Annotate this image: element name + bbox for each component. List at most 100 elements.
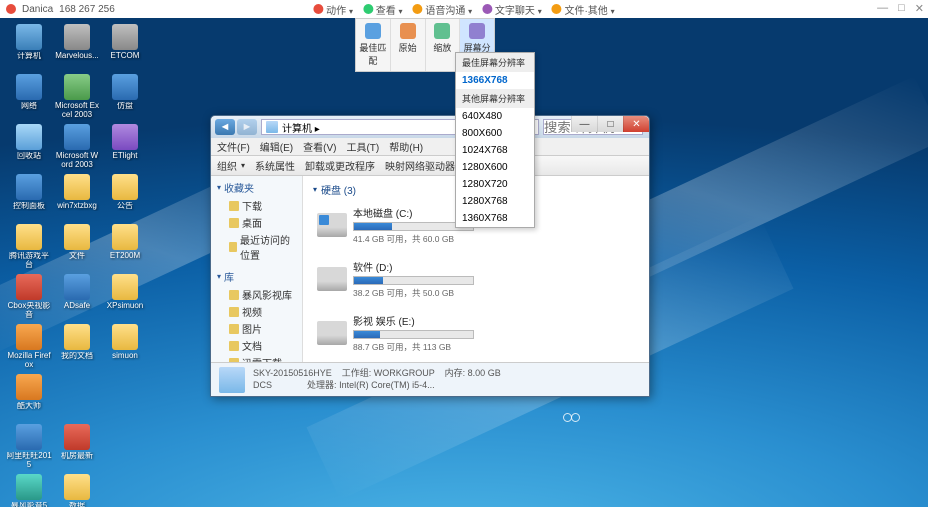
menu-item[interactable]: 编辑(E) — [260, 139, 293, 154]
sidebar-item[interactable]: 暴风影视库 — [217, 286, 296, 303]
action-icon — [400, 23, 416, 39]
desktop-icon[interactable]: 阿里旺旺2015 — [6, 422, 52, 470]
desktop-icon[interactable]: 网络 — [6, 72, 52, 120]
app-icon — [112, 124, 138, 150]
folder-icon — [229, 218, 239, 228]
folder-icon — [229, 341, 239, 351]
sidebar-libraries-header[interactable]: 库 — [217, 269, 296, 284]
sidebar-item[interactable]: 最近访问的位置 — [217, 231, 296, 263]
app-icon — [16, 374, 42, 400]
app-icon — [112, 274, 138, 300]
session-menu-item[interactable]: 文件·其他 ▾ — [552, 2, 615, 17]
app-icon — [16, 324, 42, 350]
desktop-icon[interactable]: Microsoft Word 2003 — [54, 122, 100, 170]
desktop-icon[interactable]: 机房最新 — [54, 422, 100, 470]
desktop-icon[interactable]: win7xtzbxg — [54, 172, 100, 220]
desktop-icon[interactable]: 酷大师 — [6, 372, 52, 420]
resolution-current[interactable]: 1366X768 — [456, 72, 534, 89]
resolution-option[interactable]: 1360X768 — [456, 210, 534, 227]
nav-forward-button[interactable]: ► — [237, 119, 257, 135]
desktop-icon[interactable]: 计算机 — [6, 22, 52, 70]
app-close-button[interactable]: ✕ — [915, 2, 924, 15]
computer-icon — [266, 121, 278, 133]
action-最佳匹配[interactable]: 最佳匹配 — [356, 19, 391, 71]
desktop-icon[interactable]: 公告 — [102, 172, 148, 220]
toolbar-item[interactable]: 系统属性 — [255, 158, 295, 173]
desktop-icon[interactable]: 回收站 — [6, 122, 52, 170]
session-menu-item[interactable]: 查看 ▾ — [363, 2, 403, 17]
nav-back-button[interactable]: ◄ — [215, 119, 235, 135]
resolution-option[interactable]: 640X480 — [456, 108, 534, 125]
app-icon — [112, 324, 138, 350]
sidebar-item[interactable]: 桌面 — [217, 214, 296, 231]
app-icon — [16, 424, 42, 450]
sidebar-item[interactable]: 迅雷下载 — [217, 354, 296, 362]
app-icon — [16, 474, 42, 500]
app-icon — [16, 124, 42, 150]
resolution-option[interactable]: 1280X768 — [456, 193, 534, 210]
app-icon — [64, 174, 90, 200]
menu-item[interactable]: 查看(V) — [303, 139, 336, 154]
sidebar-item[interactable]: 图片 — [217, 320, 296, 337]
session-menu-item[interactable]: 文字聊天 ▾ — [482, 2, 542, 17]
explorer-titlebar[interactable]: ◄ ► 计算机 ▸ — □ ✕ — [211, 116, 649, 138]
drive-item[interactable]: 软件 (D:)38.2 GB 可用，共 50.0 GB — [313, 255, 478, 303]
drive-item[interactable]: 影视 娱乐 (E:)88.7 GB 可用，共 113 GB — [313, 309, 478, 357]
resolution-option[interactable]: 1280X600 — [456, 159, 534, 176]
app-icon — [64, 374, 90, 400]
desktop-icon[interactable]: Cbox央视影音 — [6, 272, 52, 320]
desktop-icon[interactable]: 控制面板 — [6, 172, 52, 220]
action-icon — [365, 23, 381, 39]
toolbar-item[interactable]: 卸载或更改程序 — [305, 158, 375, 173]
window-maximize-button[interactable]: □ — [597, 116, 623, 132]
action-icon — [434, 23, 450, 39]
sidebar-favorites-header[interactable]: 收藏夹 — [217, 180, 296, 195]
desktop-icon[interactable]: 数据 — [54, 472, 100, 507]
drive-item[interactable]: 本地磁盘 (C:)41.4 GB 可用，共 60.0 GB — [313, 201, 478, 249]
resolution-option[interactable]: 1280X720 — [456, 176, 534, 193]
desktop-icon[interactable]: ADsafe — [54, 272, 100, 320]
folder-icon — [229, 290, 239, 300]
window-minimize-button[interactable]: — — [571, 116, 597, 132]
desktop-icon[interactable]: Mozilla Firefox — [6, 322, 52, 370]
window-close-button[interactable]: ✕ — [623, 116, 649, 132]
desktop-icon[interactable]: Marvelous... — [54, 22, 100, 70]
desktop-icon[interactable]: ETCOM — [102, 22, 148, 70]
app-icon — [16, 24, 42, 50]
desktop-icon[interactable]: 腾讯游戏平台 — [6, 222, 52, 270]
desktop-icon[interactable]: simuon — [102, 322, 148, 370]
app-icon — [64, 124, 90, 150]
action-原始[interactable]: 原始 — [391, 19, 426, 71]
desktop-icon[interactable]: 我的文档 — [54, 322, 100, 370]
sidebar-item[interactable]: 文档 — [217, 337, 296, 354]
desktop-icon[interactable]: 文件 — [54, 222, 100, 270]
folder-icon — [229, 242, 237, 252]
app-minimize-button[interactable]: — — [877, 2, 888, 15]
desktop-icon[interactable]: ETlight — [102, 122, 148, 170]
toolbar-item[interactable]: 映射网络驱动器 — [385, 158, 455, 173]
app-icon — [16, 174, 42, 200]
app-icon — [112, 74, 138, 100]
menu-dot-icon — [313, 4, 323, 14]
app-restore-button[interactable]: □ — [898, 2, 905, 15]
resolution-option[interactable]: 1024X768 — [456, 142, 534, 159]
desktop-icon[interactable]: XPsimuon — [102, 272, 148, 320]
menu-item[interactable]: 帮助(H) — [389, 139, 423, 154]
resolution-option[interactable]: 800X600 — [456, 125, 534, 142]
explorer-window: ◄ ► 计算机 ▸ — □ ✕ 文件(F) 编辑(E) 查看(V) 工具(T) 帮助(H… — [210, 115, 650, 397]
session-menu-item[interactable]: 语音沟通 ▾ — [413, 2, 473, 17]
sidebar-item[interactable]: 下载 — [217, 197, 296, 214]
desktop-icon[interactable] — [54, 372, 100, 420]
menu-item[interactable]: 文件(F) — [217, 139, 250, 154]
desktop-icon[interactable]: 仿盘 — [102, 72, 148, 120]
desktop-icon[interactable]: 暴风影音5 — [6, 472, 52, 507]
menu-dot-icon — [552, 4, 562, 14]
menu-item[interactable]: 工具(T) — [346, 139, 379, 154]
app-icon — [64, 224, 90, 250]
session-menu-item[interactable]: 动作 ▾ — [313, 2, 353, 17]
explorer-statusbar: SKY-20150516HYE 工作组: WORKGROUP 内存: 8.00 … — [211, 362, 649, 396]
toolbar-item[interactable]: 组织 — [217, 158, 245, 173]
sidebar-item[interactable]: 视频 — [217, 303, 296, 320]
desktop-icon[interactable]: ET200M — [102, 222, 148, 270]
desktop-icon[interactable]: Microsoft Excel 2003 — [54, 72, 100, 120]
